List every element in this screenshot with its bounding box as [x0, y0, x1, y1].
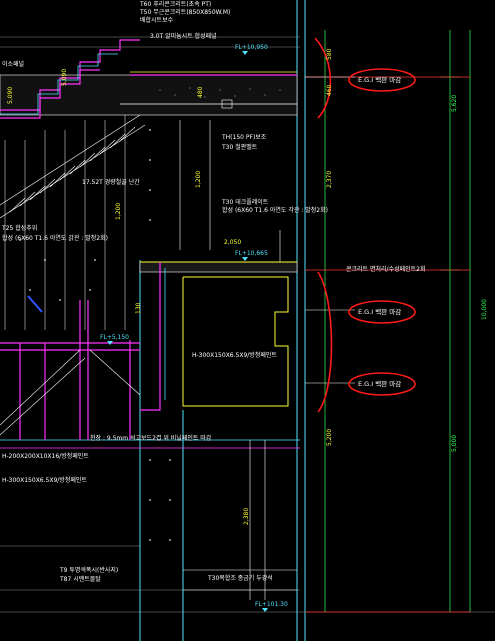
svg-text:2,050: 2,050: [224, 239, 241, 246]
svg-text:E.G.I 백판 마감: E.G.I 백판 마감: [358, 307, 401, 316]
svg-text:H-200X200X10X16/방청페인트: H-200X200X10X16/방청페인트: [2, 452, 89, 460]
right-dim-ticks: [305, 76, 470, 613]
svg-text:FL+5,150: FL+5,150: [100, 334, 129, 341]
callouts: E.G.I 백판 마감 E.G.I 백판 마감 E.G.I 백판 마감: [358, 75, 401, 388]
svg-text:FL+10,665: FL+10,665: [235, 250, 268, 257]
svg-text:580: 580: [326, 48, 333, 60]
stair-mid: [0, 300, 140, 440]
frame-lines: [179, 120, 297, 600]
callout-leaders: [305, 76, 355, 384]
web-outline: [140, 262, 161, 411]
svg-text:천장 : 9.5mm 석고보드2겹 위 비닐페인트 마감: 천장 : 9.5mm 석고보드2겹 위 비닐페인트 마감: [90, 434, 212, 442]
svg-text:5,000: 5,000: [451, 435, 458, 452]
blue-slash: [27, 295, 43, 313]
svg-text:T60 푸리콘크리트(초속 PT): T60 푸리콘크리트(초속 PT): [139, 0, 211, 8]
svg-text:합성 (6X60 T1.6 아연도 각관 : 발청2회): 합성 (6X60 T1.6 아연도 각관 : 발청2회): [222, 206, 328, 214]
stair-mid-diagonal: [0, 349, 141, 436]
svg-text:FL+10,950: FL+10,950: [235, 44, 268, 51]
svg-text:H-300X150X6.5X9/방청페인트: H-300X150X6.5X9/방청페인트: [192, 351, 277, 359]
svg-text:10,000: 10,000: [481, 299, 488, 320]
svg-text:H-300X150X6.5X9/방청페인트: H-300X150X6.5X9/방청페인트: [2, 476, 87, 484]
svg-text:1,200: 1,200: [115, 203, 122, 220]
svg-text:5,090: 5,090: [61, 69, 68, 86]
svg-text:배합시트보수: 배합시트보수: [140, 16, 174, 24]
svg-text:460: 460: [326, 84, 333, 96]
svg-text:2,380: 2,380: [243, 508, 250, 525]
level-marks: FL+10,950 FL+10,665 FL+5,150 FL+101.30: [100, 44, 288, 612]
svg-text:E.G.I 백판 마감: E.G.I 백판 마감: [358, 75, 401, 84]
svg-text:FL+101.30: FL+101.30: [255, 601, 288, 608]
svg-text:T25 합성추위: T25 합성추위: [1, 224, 37, 232]
svg-text:T9 투명색폭시(반사지): T9 투명색폭시(반사지): [59, 566, 118, 574]
svg-text:5,620: 5,620: [451, 95, 458, 112]
svg-text:T30 데크플레이트: T30 데크플레이트: [221, 198, 269, 206]
svg-text:T50 무근콘크리트(850X850W.M): T50 무근콘크리트(850X850W.M): [139, 8, 230, 16]
svg-text:T87 시멘트몰탈: T87 시멘트몰탈: [59, 575, 101, 583]
svg-text:콘크리트 면처리/수성페인트2회: 콘크리트 면처리/수성페인트2회: [346, 265, 426, 273]
notes: TH(150 PF)보조 T30 철판벨트 17.52T 경량철골 난간 T30…: [1, 134, 426, 583]
svg-text:3.0T 알미늄시트 합성패널: 3.0T 알미늄시트 합성패널: [150, 32, 217, 40]
svg-text:5,090: 5,090: [7, 87, 14, 104]
svg-text:2,370: 2,370: [326, 171, 333, 188]
stair-diagonal: [0, 114, 146, 219]
svg-text:17.52T 경량철골 난간: 17.52T 경량철골 난간: [82, 178, 140, 186]
svg-text:E.G.I 백판 마감: E.G.I 백판 마감: [358, 379, 401, 388]
cad-section-drawing: T60 푸리콘크리트(초속 PT) T50 무근콘크리트(850X850W.M)…: [0, 0, 495, 641]
svg-text:이소패널: 이소패널: [2, 60, 24, 68]
svg-text:1,200: 1,200: [195, 171, 202, 188]
svg-text:T30 철판벨트: T30 철판벨트: [221, 143, 258, 151]
svg-text:합성 (6X60 T1.6 아연도 각관 : 발청2회): 합성 (6X60 T1.6 아연도 각관 : 발청2회): [2, 234, 108, 242]
svg-text:480: 480: [197, 86, 204, 98]
svg-text:T30복합조 종금기 두강석: T30복합조 종금기 두강석: [207, 574, 273, 582]
top-notes: T60 푸리콘크리트(초속 PT) T50 무근콘크리트(850X850W.M)…: [2, 0, 230, 68]
h-beam-outline: [182, 276, 289, 407]
svg-text:TH(150 PF)보조: TH(150 PF)보조: [221, 134, 267, 141]
svg-text:5,200: 5,200: [326, 429, 333, 446]
svg-text:130: 130: [135, 302, 142, 314]
